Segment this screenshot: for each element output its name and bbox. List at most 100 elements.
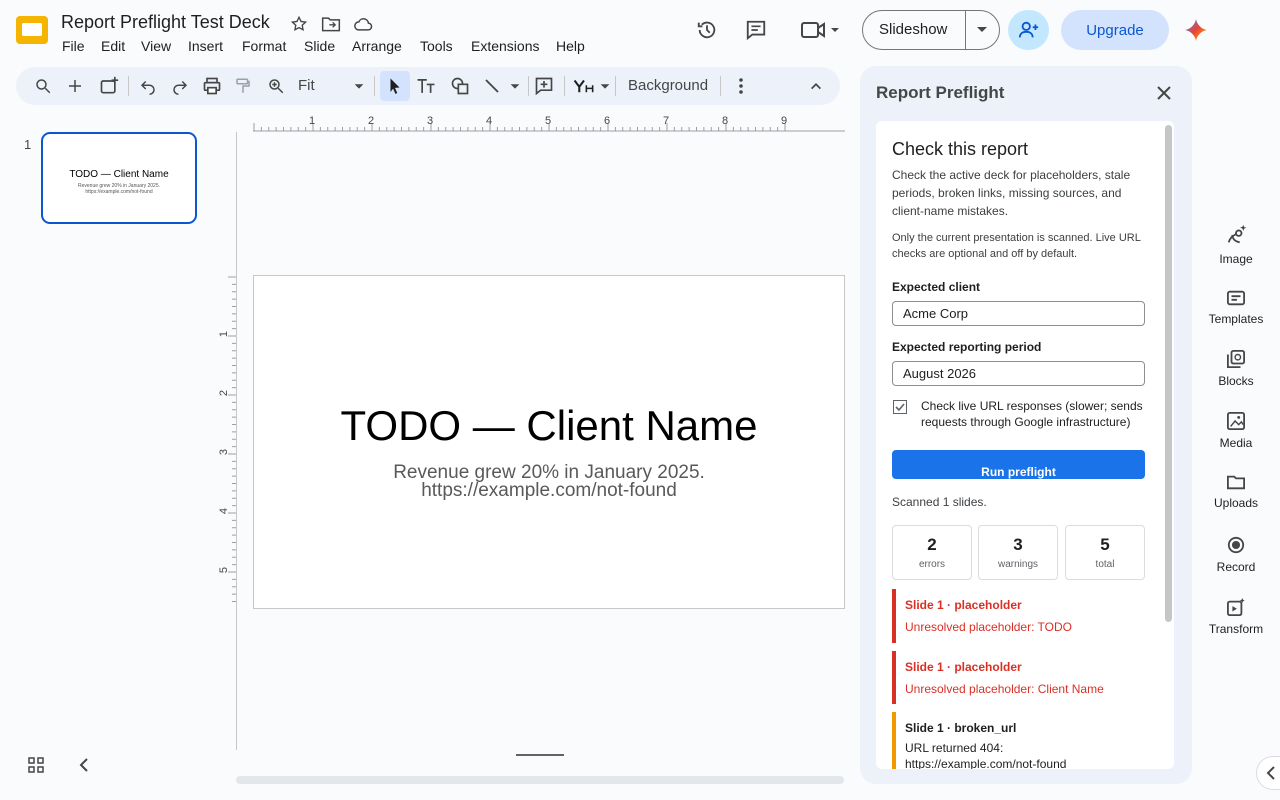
ruler-label: 1 <box>218 330 231 338</box>
warnings-count: 3 <box>1013 535 1023 554</box>
ruler-label: 2 <box>218 389 231 397</box>
menu-help[interactable]: Help <box>556 38 585 54</box>
issue-detail: Unresolved placeholder: Client Name <box>905 682 1104 696</box>
collapse-filmstrip-chevron-icon[interactable] <box>74 755 94 775</box>
grid-view-icon[interactable] <box>26 755 46 775</box>
slide-body[interactable]: Revenue grew 20% in January 2025. https:… <box>254 463 844 500</box>
zoom-dropdown-chevron-icon[interactable] <box>344 71 374 101</box>
total-label: total <box>1095 559 1115 570</box>
issue-detail: URL returned 404: https://example.com/no… <box>905 741 1067 769</box>
ruler-label: 9 <box>781 115 788 127</box>
gemini-spark-icon[interactable] <box>1184 18 1208 42</box>
issue-item[interactable]: Slide 1 · broken_url URL returned 404: h… <box>892 712 1145 769</box>
errors-stat: 2 errors <box>892 525 972 580</box>
undo-icon[interactable] <box>133 71 163 101</box>
search-menus-icon[interactable] <box>28 71 58 101</box>
meet-icon[interactable] <box>798 17 842 43</box>
background-button[interactable]: Background <box>628 77 708 94</box>
shape-icon[interactable] <box>445 71 475 101</box>
redo-icon[interactable] <box>165 71 195 101</box>
horizontal-scrollbar[interactable] <box>236 776 844 784</box>
comments-icon[interactable] <box>743 17 769 43</box>
warnings-label: warnings <box>997 559 1039 570</box>
expected-period-input[interactable] <box>892 361 1145 386</box>
total-stat: 5 total <box>1065 525 1145 580</box>
ruler-label: 7 <box>663 115 670 127</box>
paint-format-icon[interactable] <box>228 71 258 101</box>
menu-file[interactable]: File <box>62 38 85 54</box>
thumbnail-title: TODO — Client Name <box>69 169 169 180</box>
slides-logo-icon[interactable] <box>14 14 50 46</box>
speaker-notes-handle[interactable] <box>516 754 564 756</box>
rail-record-button[interactable]: Record <box>1200 536 1272 574</box>
run-preflight-button[interactable]: Run preflight <box>892 450 1145 479</box>
slide-canvas[interactable]: TODO — Client Name Revenue grew 20% in J… <box>253 275 845 609</box>
panel-description: Check the active deck for placeholders, … <box>892 168 1131 218</box>
close-panel-icon[interactable] <box>1152 81 1176 105</box>
issue-item[interactable]: Slide 1 · placeholder Unresolved placeho… <box>892 651 1145 704</box>
issue-heading: Slide 1 · placeholder <box>905 598 1022 612</box>
live-url-checkbox[interactable] <box>893 400 907 414</box>
menu-extensions[interactable]: Extensions <box>471 38 539 54</box>
folder-icon <box>1227 475 1245 490</box>
star-icon[interactable] <box>289 14 309 34</box>
new-slide-icon[interactable] <box>60 71 90 101</box>
rail-transform-button[interactable]: Transform <box>1200 598 1272 636</box>
share-button[interactable] <box>1008 10 1049 50</box>
menu-arrange[interactable]: Arrange <box>352 38 402 54</box>
text-box-icon[interactable] <box>411 71 441 101</box>
rail-media-button[interactable]: Media <box>1200 412 1272 450</box>
slideshow-dropdown-chevron-icon[interactable] <box>974 21 990 41</box>
issue-detail: Unresolved placeholder: TODO <box>905 620 1072 634</box>
more-options-icon[interactable] <box>726 71 756 101</box>
menu-format[interactable]: Format <box>242 38 286 54</box>
ruler-label: 1 <box>309 115 316 127</box>
move-folder-icon[interactable] <box>320 14 342 34</box>
panel-heading: Check this report <box>892 139 1029 159</box>
ruler-label: 3 <box>427 115 434 127</box>
divider <box>965 11 966 49</box>
rail-media-label: Media <box>1219 436 1253 450</box>
issue-heading: Slide 1 · broken_url <box>905 721 1017 735</box>
menu-view[interactable]: View <box>141 38 171 54</box>
chevron-left-icon <box>1266 766 1275 780</box>
transform-icon <box>1227 598 1245 616</box>
client-label: Expected client <box>892 280 981 294</box>
menu-edit[interactable]: Edit <box>101 38 125 54</box>
add-comment-icon[interactable] <box>529 71 559 101</box>
cloud-status-icon[interactable] <box>352 14 374 34</box>
total-count: 5 <box>1100 535 1110 554</box>
slide-title[interactable]: TODO — Client Name <box>254 402 844 450</box>
slideshow-button[interactable]: Slideshow <box>879 21 947 38</box>
rail-image-button[interactable]: Image <box>1200 224 1272 266</box>
menu-insert[interactable]: Insert <box>188 38 223 54</box>
expected-client-input[interactable] <box>892 301 1145 326</box>
line-dropdown-chevron-icon[interactable] <box>500 71 530 101</box>
thumbnail-body-line-2: https://example.com/not-found <box>85 189 153 195</box>
select-cursor-icon[interactable] <box>380 71 410 101</box>
new-slide-layout-icon[interactable] <box>94 71 124 101</box>
media-icon <box>1227 412 1245 430</box>
menu-slide[interactable]: Slide <box>304 38 335 54</box>
version-history-icon[interactable] <box>694 17 720 43</box>
print-icon[interactable] <box>197 71 227 101</box>
rail-blocks-label: Blocks <box>1218 374 1254 388</box>
zoom-icon[interactable] <box>261 71 291 101</box>
rail-uploads-button[interactable]: Uploads <box>1200 474 1272 510</box>
panel-scrollbar[interactable] <box>1165 125 1172 622</box>
issue-item[interactable]: Slide 1 · placeholder Unresolved placeho… <box>892 589 1145 643</box>
menu-tools[interactable]: Tools <box>420 38 453 54</box>
ruler-label: 6 <box>604 115 611 127</box>
upgrade-button[interactable]: Upgrade <box>1061 10 1169 50</box>
expand-rail-button[interactable] <box>1256 756 1280 790</box>
slide-thumbnail[interactable]: TODO — Client Name Revenue grew 20% in J… <box>41 132 197 224</box>
rail-templates-label: Templates <box>1208 312 1264 326</box>
ruler-label: 4 <box>218 507 231 515</box>
panel-title: Report Preflight <box>876 83 1005 102</box>
rail-blocks-button[interactable]: Blocks <box>1200 350 1272 388</box>
zoom-value[interactable]: Fit <box>298 77 315 94</box>
collapse-toolbar-chevron-icon[interactable] <box>801 71 831 101</box>
rail-templates-button[interactable]: Templates <box>1200 290 1272 326</box>
document-title[interactable]: Report Preflight Test Deck <box>61 12 270 33</box>
period-label: Expected reporting period <box>892 340 1042 354</box>
